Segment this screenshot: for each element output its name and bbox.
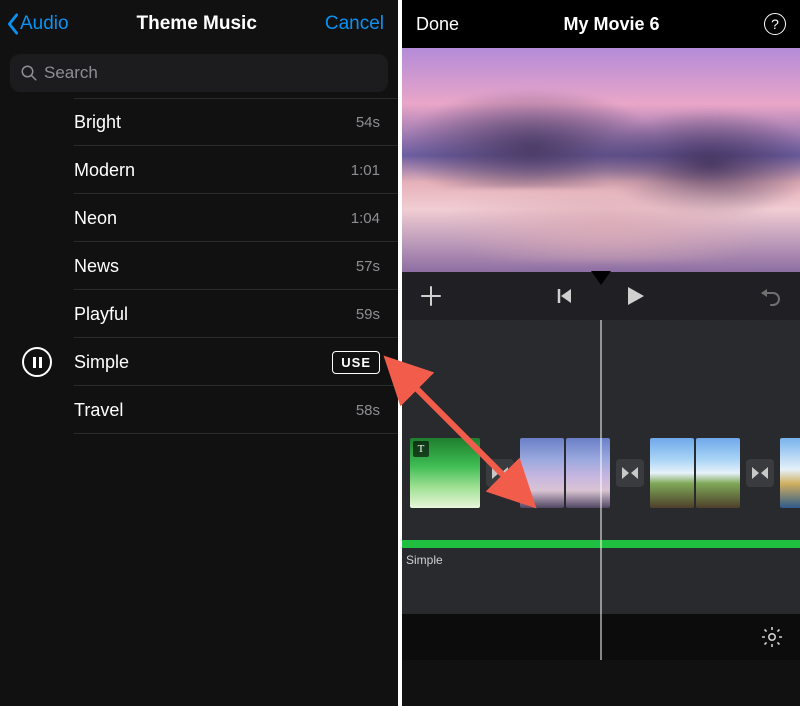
video-preview[interactable]: [402, 48, 800, 272]
theme-name: Playful: [74, 304, 356, 325]
nav-bar: Audio Theme Music Cancel: [0, 0, 398, 48]
theme-row-neon[interactable]: Neon 1:04: [0, 194, 398, 242]
back-button[interactable]: Audio: [6, 13, 69, 35]
search-input[interactable]: [44, 63, 378, 83]
play-icon: [623, 284, 647, 308]
transition-icon: [751, 466, 769, 480]
theme-duration: 57s: [356, 258, 380, 275]
back-label: Audio: [20, 13, 69, 35]
cancel-button[interactable]: Cancel: [325, 13, 392, 35]
transition-1[interactable]: [486, 459, 514, 487]
chevron-left-icon: [6, 13, 20, 35]
clip-3a[interactable]: [650, 438, 694, 508]
transition-3[interactable]: [746, 459, 774, 487]
theme-row-simple[interactable]: Simple USE: [0, 338, 398, 386]
timeline[interactable]: T Simple: [402, 320, 800, 660]
pause-button[interactable]: [22, 347, 52, 377]
audio-track-label: Simple: [406, 553, 800, 567]
go-to-start-button[interactable]: [555, 286, 575, 306]
search-icon: [20, 64, 38, 82]
skip-back-icon: [555, 286, 575, 306]
theme-name: News: [74, 256, 356, 277]
pause-icon: [33, 357, 42, 368]
editor-pane: Done My Movie 6 ?: [402, 0, 800, 706]
playhead-marker-icon: [591, 271, 611, 285]
theme-row-playful[interactable]: Playful 59s: [0, 290, 398, 338]
undo-button[interactable]: [758, 285, 782, 307]
settings-button[interactable]: [760, 625, 784, 649]
theme-duration: 58s: [356, 402, 380, 419]
clip-2a[interactable]: [520, 438, 564, 508]
theme-row-travel[interactable]: Travel 58s: [0, 386, 398, 434]
theme-name: Modern: [74, 160, 351, 181]
plus-icon: [420, 285, 442, 307]
theme-name: Simple: [74, 352, 332, 373]
editor-nav: Done My Movie 6 ?: [402, 0, 800, 48]
theme-name: Bright: [74, 112, 356, 133]
transition-2[interactable]: [616, 459, 644, 487]
undo-icon: [758, 285, 782, 307]
transition-icon: [491, 466, 509, 480]
control-bar: [402, 272, 800, 320]
theme-row-news[interactable]: News 57s: [0, 242, 398, 290]
theme-duration: 1:04: [351, 210, 380, 227]
theme-name: Neon: [74, 208, 351, 229]
clip-2b[interactable]: [566, 438, 610, 508]
play-button[interactable]: [623, 284, 647, 308]
theme-duration: 59s: [356, 306, 380, 323]
transition-icon: [621, 466, 639, 480]
theme-music-pane: Audio Theme Music Cancel Bright 54s Mode…: [0, 0, 398, 706]
done-button[interactable]: Done: [416, 14, 459, 35]
theme-row-bright[interactable]: Bright 54s: [0, 98, 398, 146]
help-button[interactable]: ?: [764, 13, 786, 35]
add-media-button[interactable]: [420, 285, 442, 307]
use-button[interactable]: USE: [332, 351, 380, 374]
theme-row-modern[interactable]: Modern 1:01: [0, 146, 398, 194]
title-badge: T: [413, 441, 429, 457]
theme-name: Travel: [74, 400, 356, 421]
gear-icon: [760, 625, 784, 649]
theme-list: Bright 54s Modern 1:01 Neon 1:04 News 57…: [0, 98, 398, 434]
search-bar[interactable]: [10, 54, 388, 92]
project-title: My Movie 6: [564, 14, 660, 35]
clip-1[interactable]: T: [410, 438, 480, 508]
playhead-line: [601, 320, 602, 660]
page-title: Theme Music: [69, 13, 325, 35]
theme-duration: 1:01: [351, 162, 380, 179]
theme-duration: 54s: [356, 114, 380, 131]
clip-4[interactable]: [780, 438, 800, 508]
clip-3b[interactable]: [696, 438, 740, 508]
